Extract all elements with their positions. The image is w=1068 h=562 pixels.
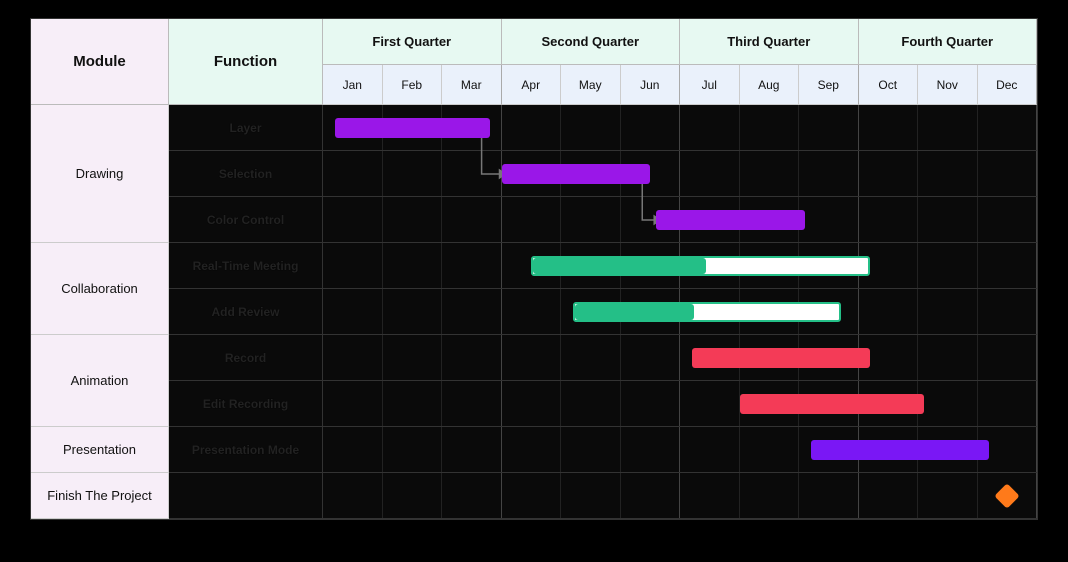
header-month: May [561, 65, 621, 105]
function-cell: Presentation Mode [169, 427, 323, 473]
header-q4: Fourth Quarter [859, 19, 1038, 65]
header-month: Feb [383, 65, 443, 105]
header-month: Jan [323, 65, 383, 105]
function-column: Layer Selection Color Control Real-Time … [169, 105, 323, 519]
header-q3: Third Quarter [680, 19, 859, 65]
function-cell: Add Review [169, 289, 323, 335]
module-cell-collaboration: Collaboration [31, 243, 169, 335]
header-month: Oct [859, 65, 919, 105]
header-month: Aug [740, 65, 800, 105]
header-month: Mar [442, 65, 502, 105]
function-cell: Color Control [169, 197, 323, 243]
function-cell: Record [169, 335, 323, 381]
header-month: Jul [680, 65, 740, 105]
header-function: Function [169, 19, 323, 105]
module-cell-animation: Animation [31, 335, 169, 427]
header-month: Jun [621, 65, 681, 105]
function-cell: Selection [169, 151, 323, 197]
gantt-chart: Module Function First Quarter Second Qua… [30, 18, 1038, 520]
header-row: Module Function First Quarter Second Qua… [31, 19, 1037, 105]
function-cell [169, 473, 323, 519]
header-month: Sep [799, 65, 859, 105]
module-cell-presentation: Presentation [31, 427, 169, 473]
header-quarters: First Quarter Second Quarter Third Quart… [323, 19, 1037, 65]
function-cell: Layer [169, 105, 323, 151]
timeline-area [323, 105, 1037, 519]
gantt-body: Drawing Collaboration Animation Presenta… [31, 105, 1037, 519]
function-cell: Edit Recording [169, 381, 323, 427]
function-cell: Real-Time Meeting [169, 243, 323, 289]
module-column: Drawing Collaboration Animation Presenta… [31, 105, 169, 519]
header-q2: Second Quarter [502, 19, 681, 65]
module-cell-finish: Finish The Project [31, 473, 169, 519]
header-timeline: First Quarter Second Quarter Third Quart… [323, 19, 1037, 105]
milestone-finish[interactable] [995, 483, 1020, 508]
header-q1: First Quarter [323, 19, 502, 65]
header-months: Jan Feb Mar Apr May Jun Jul Aug Sep Oct … [323, 65, 1037, 105]
header-month: Dec [978, 65, 1038, 105]
header-month: Nov [918, 65, 978, 105]
module-cell-drawing: Drawing [31, 105, 169, 243]
header-month: Apr [502, 65, 562, 105]
milestones-layer [323, 105, 1037, 519]
header-module: Module [31, 19, 169, 105]
